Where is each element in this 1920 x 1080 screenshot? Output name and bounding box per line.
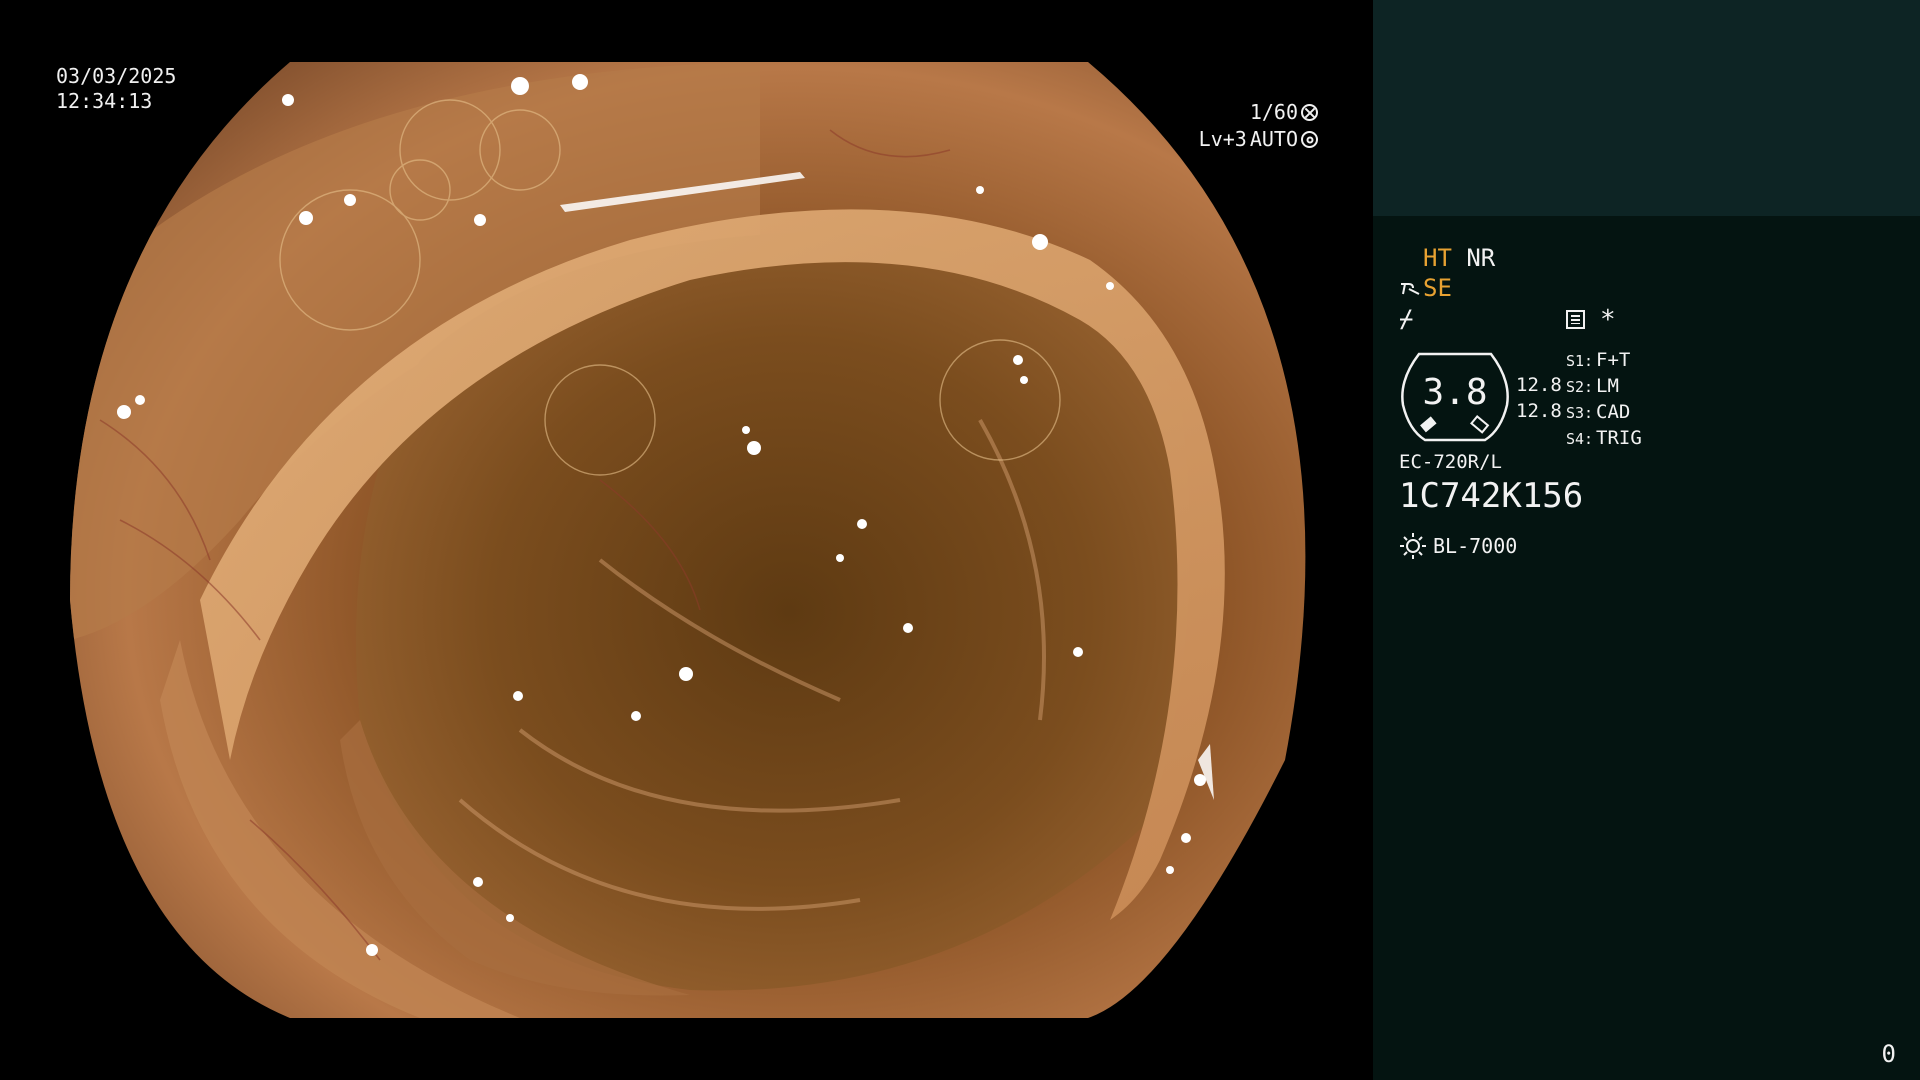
frame-counter: 0 (1881, 1040, 1896, 1068)
switch-value: CAD (1596, 401, 1631, 423)
time-label: 12:34:13 (56, 89, 153, 113)
se-indicator: SE (1423, 274, 1452, 302)
endoscope-view: 03/03/2025 12:34:13 1/60 Lv+3 AUTO (0, 0, 1372, 1080)
switch-key: S2: (1566, 378, 1594, 396)
switch-value: F+T (1596, 349, 1631, 371)
shutter-speed: 1/60 (1249, 100, 1298, 124)
switch-setting-row: S1: F+T (1566, 348, 1642, 374)
gauge-side-values: 12.8 12.8 (1516, 372, 1562, 424)
gauge-side-value-2: 12.8 (1516, 400, 1562, 422)
brightness-level: Lv+3 (1198, 127, 1247, 151)
switch-value: LM (1596, 375, 1619, 397)
light-source-icon (1400, 533, 1426, 559)
iris-icon (1301, 131, 1318, 148)
iris-mode: AUTO (1249, 127, 1298, 151)
structure-enhancement-row: SE (1399, 274, 1452, 302)
date-label: 03/03/2025 (56, 64, 177, 88)
switch-key: S3: (1566, 404, 1594, 422)
switch-key: S1: (1566, 352, 1594, 370)
patient-info-area (1373, 0, 1920, 216)
nr-indicator: NR (1466, 244, 1496, 272)
se-icon (1401, 283, 1420, 295)
scope-serial: 1C742K156 (1399, 476, 1584, 516)
star-indicator: * (1600, 305, 1616, 335)
switch-setting-row: S3: CAD (1566, 400, 1642, 426)
light-source-row: BL-7000 (1399, 532, 1517, 560)
exposure-settings: 1/60 Lv+3 AUTO (1199, 99, 1318, 153)
gauge-value: 3.8 (1422, 372, 1488, 413)
ht-indicator: HT (1423, 244, 1452, 272)
list-icon (1566, 310, 1585, 329)
f-icon: ⌿ (1399, 305, 1414, 333)
datetime-display: 03/03/2025 12:34:13 (56, 64, 176, 114)
info-panel: HT NR SE ⌿ * 3.8 12.8 12.8 S1: F+T S2: LM … (1373, 0, 1920, 1080)
light-source-label: BL-7000 (1433, 534, 1518, 558)
switch-settings-list: S1: F+T S2: LM S3: CAD S4: TRIG (1566, 348, 1642, 452)
switch-value: TRIG (1596, 427, 1642, 449)
scope-model: EC-720R/L (1399, 451, 1502, 473)
colon-lumen-image (70, 62, 1306, 1018)
shutter-icon (1301, 104, 1318, 121)
gauge-side-value-1: 12.8 (1516, 374, 1562, 396)
switch-key: S4: (1566, 430, 1594, 448)
enhancement-row: HT NR (1423, 244, 1495, 272)
switch-setting-row: S4: TRIG (1566, 426, 1642, 452)
switch-setting-row: S2: LM (1566, 374, 1642, 400)
